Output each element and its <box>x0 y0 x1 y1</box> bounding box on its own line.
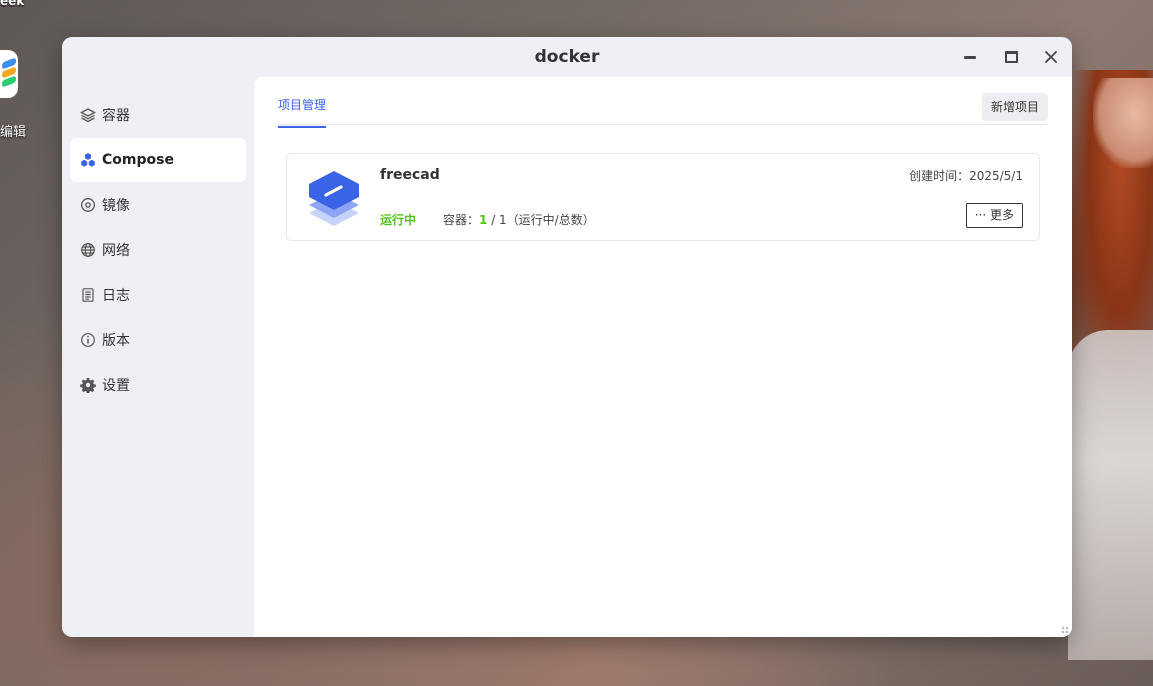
sidebar-item-images[interactable]: 镜像 <box>70 183 246 227</box>
sidebar-item-settings[interactable]: 设置 <box>70 363 246 407</box>
globe-icon <box>80 242 96 258</box>
minimize-icon <box>964 55 976 59</box>
minimize-button[interactable] <box>959 46 981 68</box>
gear-icon <box>80 377 96 393</box>
sidebar-item-label: 容器 <box>102 108 130 124</box>
project-stack-icon <box>309 171 359 226</box>
container-count: 容器：1 / 1（运行中/总数） <box>443 211 595 228</box>
sidebar-item-logs[interactable]: 日志 <box>70 273 246 317</box>
more-button[interactable]: ··· 更多 <box>965 203 1023 228</box>
docker-window: docker 容器 Compose 镜像 网络 日志 版本 设置 项目管理 新增… <box>62 37 1072 637</box>
sidebar-item-containers[interactable]: 容器 <box>70 93 246 137</box>
sidebar-item-label: 日志 <box>102 288 130 304</box>
info-icon <box>80 332 96 348</box>
sidebar: 容器 Compose 镜像 网络 日志 版本 设置 <box>70 93 246 408</box>
container-count-label: 容器： <box>443 213 480 227</box>
layers-icon <box>80 107 96 123</box>
tab-project-management[interactable]: 项目管理 <box>278 96 327 128</box>
desktop-app-label: 编辑 <box>0 125 27 140</box>
close-button[interactable] <box>1040 46 1062 68</box>
sidebar-item-version[interactable]: 版本 <box>70 318 246 362</box>
close-icon <box>1045 51 1057 63</box>
container-count-total: / 1（运行中/总数） <box>487 213 595 227</box>
window-title: docker <box>534 47 600 67</box>
compose-icon <box>80 152 96 168</box>
title-bar[interactable]: docker <box>62 37 1072 79</box>
document-icon <box>80 287 96 303</box>
add-project-button[interactable]: 新增项目 <box>981 93 1048 121</box>
wallpaper-decoration <box>1093 78 1153 168</box>
resize-handle[interactable] <box>1061 626 1069 634</box>
sidebar-item-label: 网络 <box>102 243 130 259</box>
disc-icon <box>80 197 96 213</box>
maximize-icon <box>1004 51 1018 63</box>
sidebar-item-label: 设置 <box>102 378 130 394</box>
desktop-app-icon[interactable] <box>0 50 18 98</box>
project-card[interactable]: freecad 运行中 容器：1 / 1（运行中/总数） 创建时间：2025/5… <box>286 153 1040 241</box>
sidebar-item-network[interactable]: 网络 <box>70 228 246 272</box>
sidebar-item-compose[interactable]: Compose <box>70 138 246 182</box>
status-badge: 运行中 <box>380 213 417 227</box>
wallpaper-decoration <box>1068 330 1153 660</box>
created-time: 创建时间：2025/5/1 <box>909 169 1023 183</box>
project-name: freecad <box>380 167 440 183</box>
tab-bar: 项目管理 新增项目 <box>278 77 1048 128</box>
sidebar-item-label: 版本 <box>102 333 130 349</box>
main-panel: 项目管理 新增项目 freecad 运行中 容器：1 / 1（运行中/总数） 创… <box>254 77 1072 637</box>
sidebar-item-label: 镜像 <box>102 198 130 214</box>
desktop-label-top: eek <box>0 0 25 8</box>
maximize-button[interactable] <box>1000 46 1022 68</box>
sidebar-item-label: Compose <box>102 152 174 168</box>
